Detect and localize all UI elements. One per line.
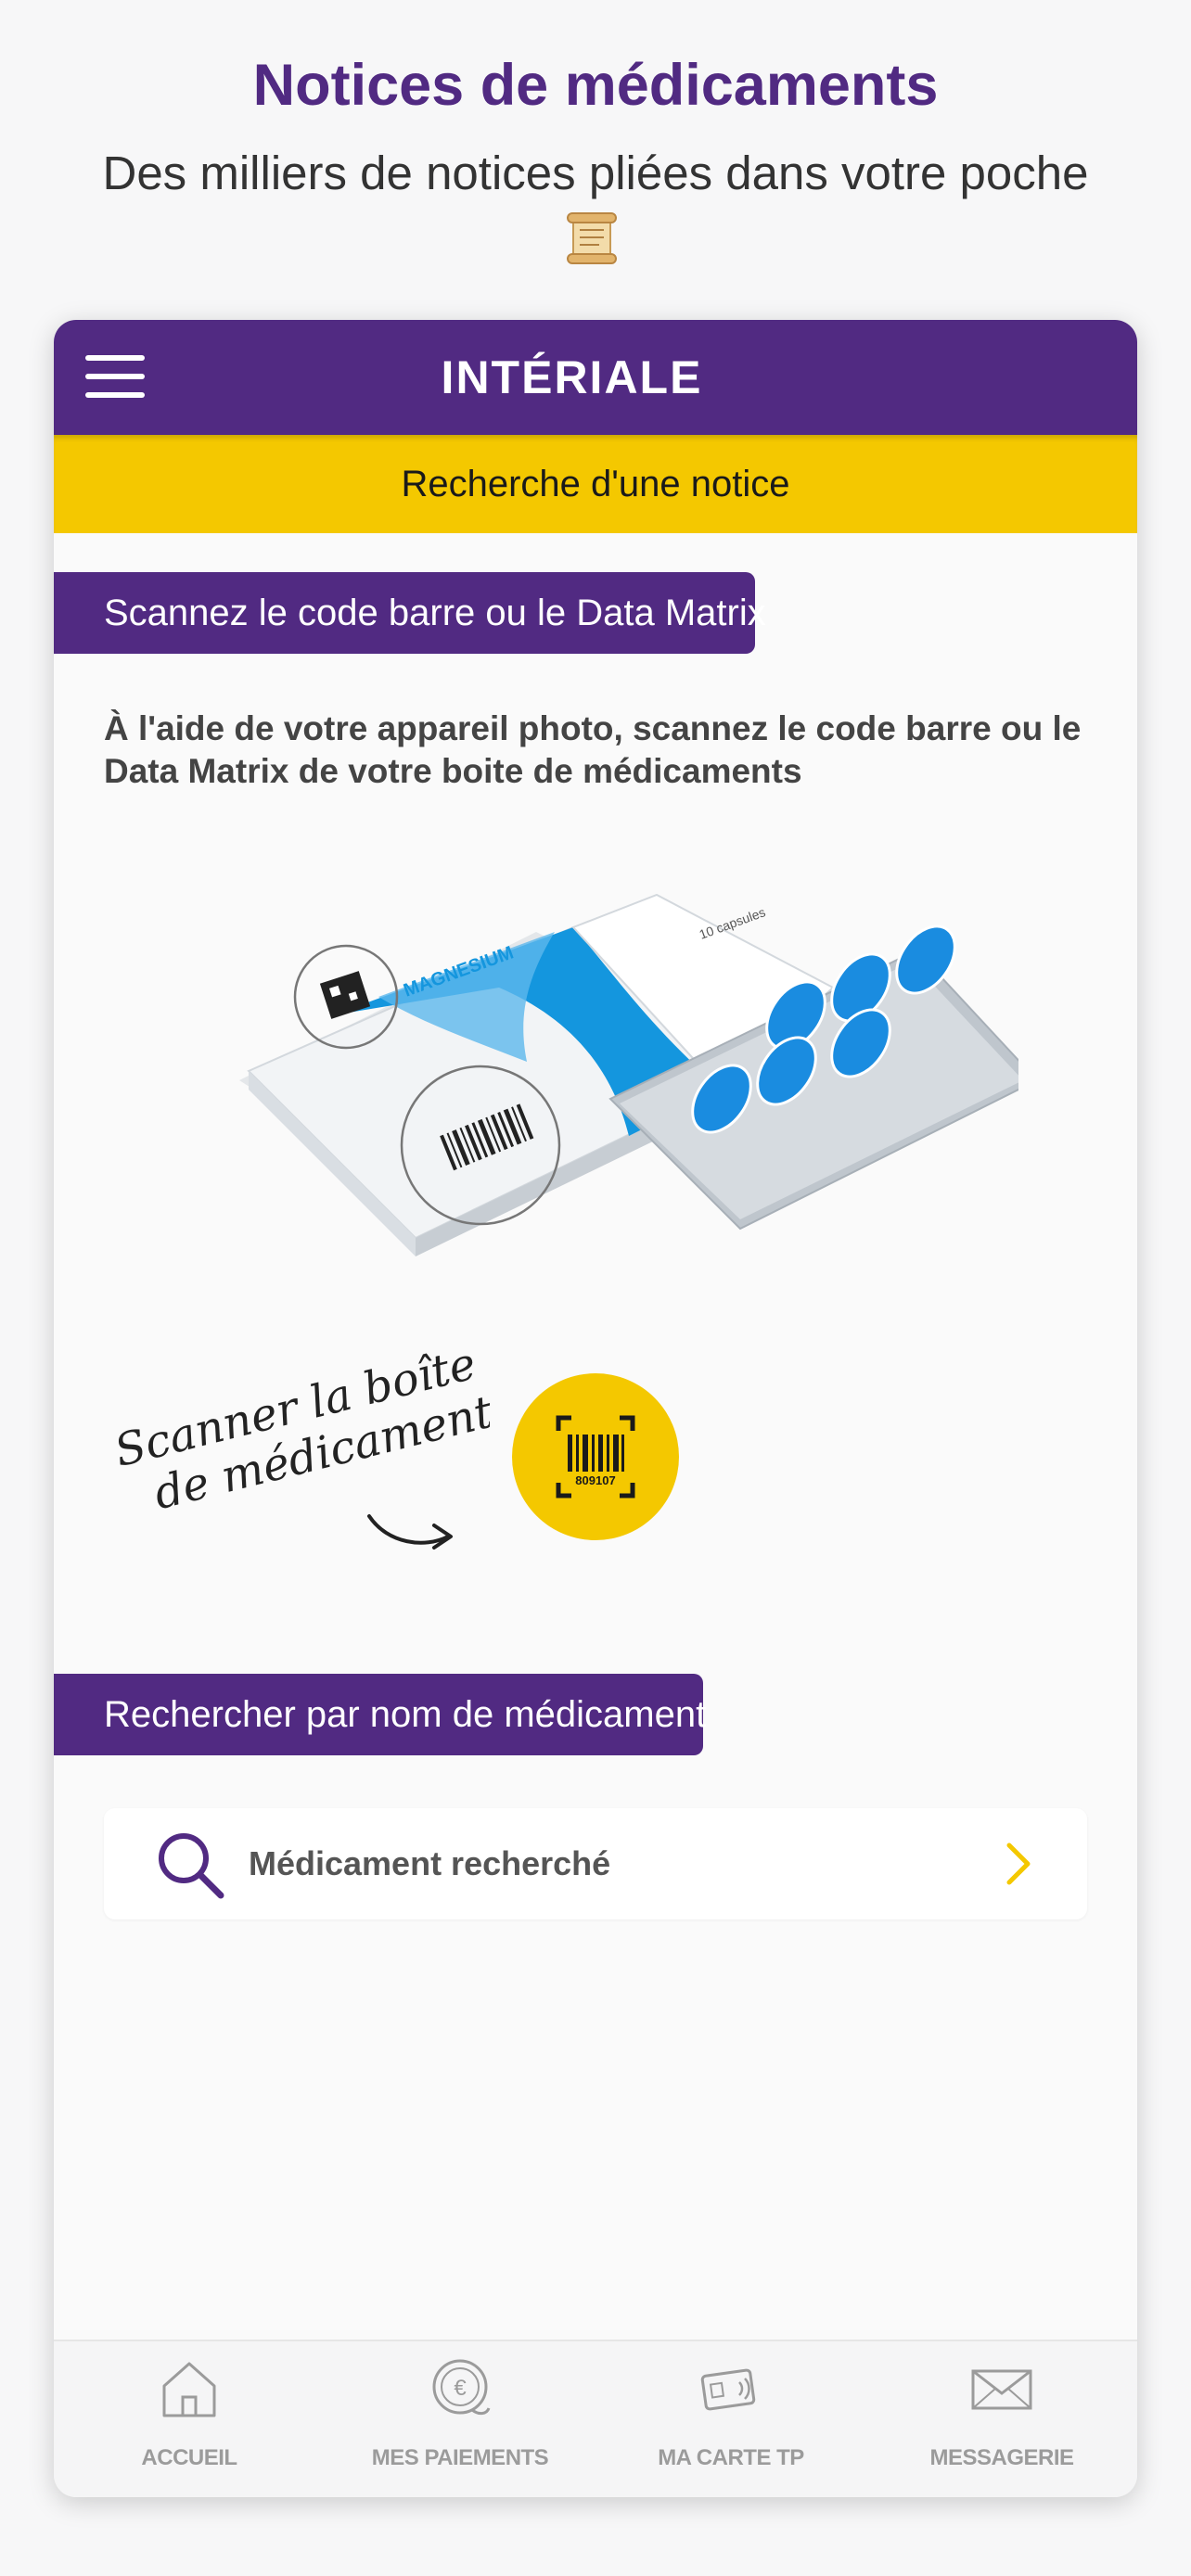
bottom-navigation: ACCUEIL € MES PAIEMENTS MA CARTE TP MESS… [54,2340,1137,2497]
nav-item-messagerie[interactable]: MESSAGERIE [866,2341,1137,2497]
name-search-heading: Rechercher par nom de médicament [54,1674,706,1755]
euro-coin-icon: € [432,2359,491,2416]
home-icon [162,2362,216,2417]
nav-label-messagerie: MESSAGERIE [929,2445,1074,2470]
page-title: Recherche d'une notice [401,464,790,504]
medication-search-input[interactable]: Médicament recherché [104,1808,1087,1919]
scan-barcode-button[interactable]: 809107 [512,1373,679,1540]
curved-arrow-icon [367,1514,450,1545]
envelope-icon [971,2369,1032,2410]
handwritten-scan-hint: Scanner la boîte de médicaments [109,1337,490,1549]
scroll-icon [567,212,617,264]
promo-subtitle: Des milliers de notices pliées dans votr… [102,147,1089,199]
brand-logo: INTÉRIALE [441,351,703,403]
chevron-right-icon[interactable] [1000,1840,1037,1888]
card-contactless-icon [700,2368,756,2411]
barcode-scan-icon: 809107 [556,1415,635,1498]
nav-label-mes-paiements: MES PAIEMENTS [371,2445,549,2470]
search-placeholder: Médicament recherché [249,1844,611,1882]
search-icon [159,1833,224,1899]
nav-item-ma-carte-tp[interactable]: MA CARTE TP [596,2341,866,2497]
barcode-number: 809107 [575,1473,615,1487]
nav-label-ma-carte-tp: MA CARTE TP [658,2445,804,2470]
scan-section-heading: Scannez le code barre ou le Data Matrix [54,572,766,654]
app-header: INTÉRIALE [54,320,1137,435]
medicine-box-illustration: 10 capsules MAGNESIUM [239,893,1018,1256]
nav-item-accueil[interactable]: ACCUEIL [54,2341,325,2497]
scan-description: À l'aide de votre appareil photo, scanne… [104,709,1082,790]
nav-label-accueil: ACCUEIL [141,2445,237,2470]
app-screen: INTÉRIALE Recherche d'une notice Scannez… [54,320,1137,2497]
promo-title: Notices de médicaments [252,53,939,118]
svg-text:€: € [454,2376,467,2401]
nav-item-mes-paiements[interactable]: € MES PAIEMENTS [325,2341,596,2497]
page-title-bar: Recherche d'une notice [54,435,1137,533]
